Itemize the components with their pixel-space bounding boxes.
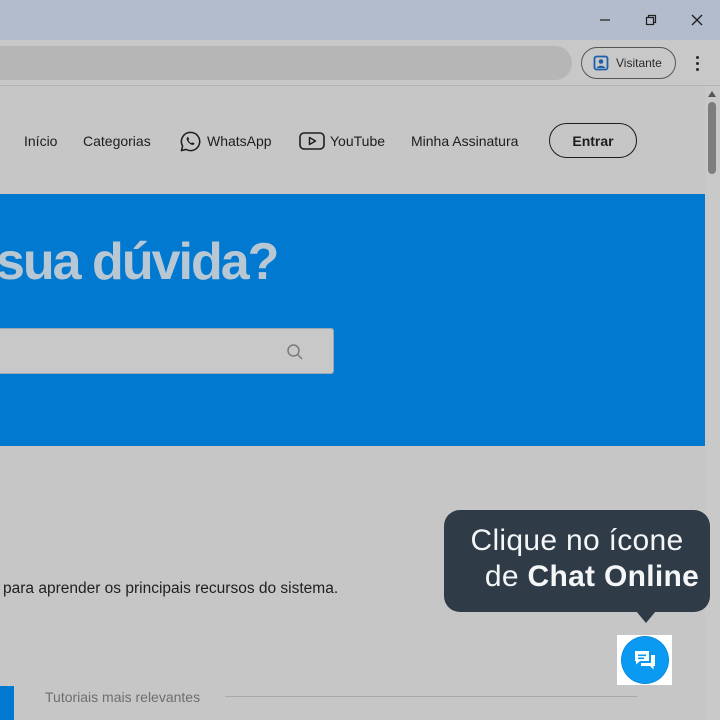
hero-title: sua dúvida? bbox=[0, 233, 279, 291]
nav-item-whatsapp[interactable]: WhatsApp bbox=[179, 131, 272, 151]
whatsapp-icon bbox=[180, 131, 201, 151]
tooltip-emphasis: Chat Online bbox=[527, 560, 700, 593]
search-input[interactable] bbox=[0, 328, 334, 374]
chat-tooltip: Clique no ícone de Chat Online bbox=[444, 510, 710, 612]
tooltip-prefix: de bbox=[484, 560, 528, 593]
nav-item-youtube[interactable]: YouTube bbox=[299, 131, 385, 151]
search-icon[interactable] bbox=[286, 343, 304, 361]
nav-item-minha-assinatura[interactable]: Minha Assinatura bbox=[411, 131, 518, 151]
chat-icon bbox=[634, 651, 655, 670]
profile-button[interactable]: Visitante bbox=[581, 47, 676, 79]
restore-icon[interactable] bbox=[639, 8, 663, 32]
browser-toolbar: Visitante bbox=[0, 40, 720, 86]
hero-banner: sua dúvida? bbox=[0, 194, 705, 446]
divider bbox=[225, 696, 637, 697]
menu-icon[interactable] bbox=[688, 52, 706, 74]
profile-label: Visitante bbox=[616, 56, 662, 70]
nav-item-label: Início bbox=[24, 133, 58, 149]
login-button[interactable]: Entrar bbox=[549, 123, 637, 158]
chat-button[interactable] bbox=[621, 637, 668, 683]
scroll-thumb[interactable] bbox=[708, 102, 716, 174]
close-icon[interactable] bbox=[685, 8, 709, 32]
nav-item-label: WhatsApp bbox=[207, 133, 272, 149]
nav-item-label: Minha Assinatura bbox=[411, 133, 519, 149]
site-nav: Início Categorias WhatsApp YouTube Minha… bbox=[0, 87, 705, 194]
youtube-icon bbox=[299, 132, 325, 150]
nav-item-label: Categorias bbox=[83, 133, 151, 149]
intro-text: para aprender os principais recursos do … bbox=[3, 580, 339, 597]
web-page: Início Categorias WhatsApp YouTube Minha… bbox=[0, 87, 705, 720]
address-bar[interactable] bbox=[0, 46, 572, 80]
browser-titlebar bbox=[0, 0, 720, 40]
tooltip-line1: Clique no ícone bbox=[470, 524, 684, 557]
tooltip-line2: de Chat Online bbox=[444, 560, 710, 594]
scroll-up-icon[interactable] bbox=[708, 91, 716, 97]
minimize-icon[interactable] bbox=[593, 8, 617, 32]
chat-widget[interactable] bbox=[617, 635, 672, 685]
tooltip-arrow bbox=[636, 611, 656, 623]
nav-item-label: YouTube bbox=[330, 133, 386, 149]
section-title: Tutoriais mais relevantes bbox=[45, 689, 201, 705]
nav-item-categorias[interactable]: Categorias bbox=[83, 131, 151, 151]
profile-icon bbox=[593, 55, 609, 71]
section-tab[interactable] bbox=[0, 686, 14, 720]
nav-item-inicio[interactable]: Início bbox=[24, 131, 57, 151]
vertical-scrollbar[interactable] bbox=[705, 87, 720, 720]
